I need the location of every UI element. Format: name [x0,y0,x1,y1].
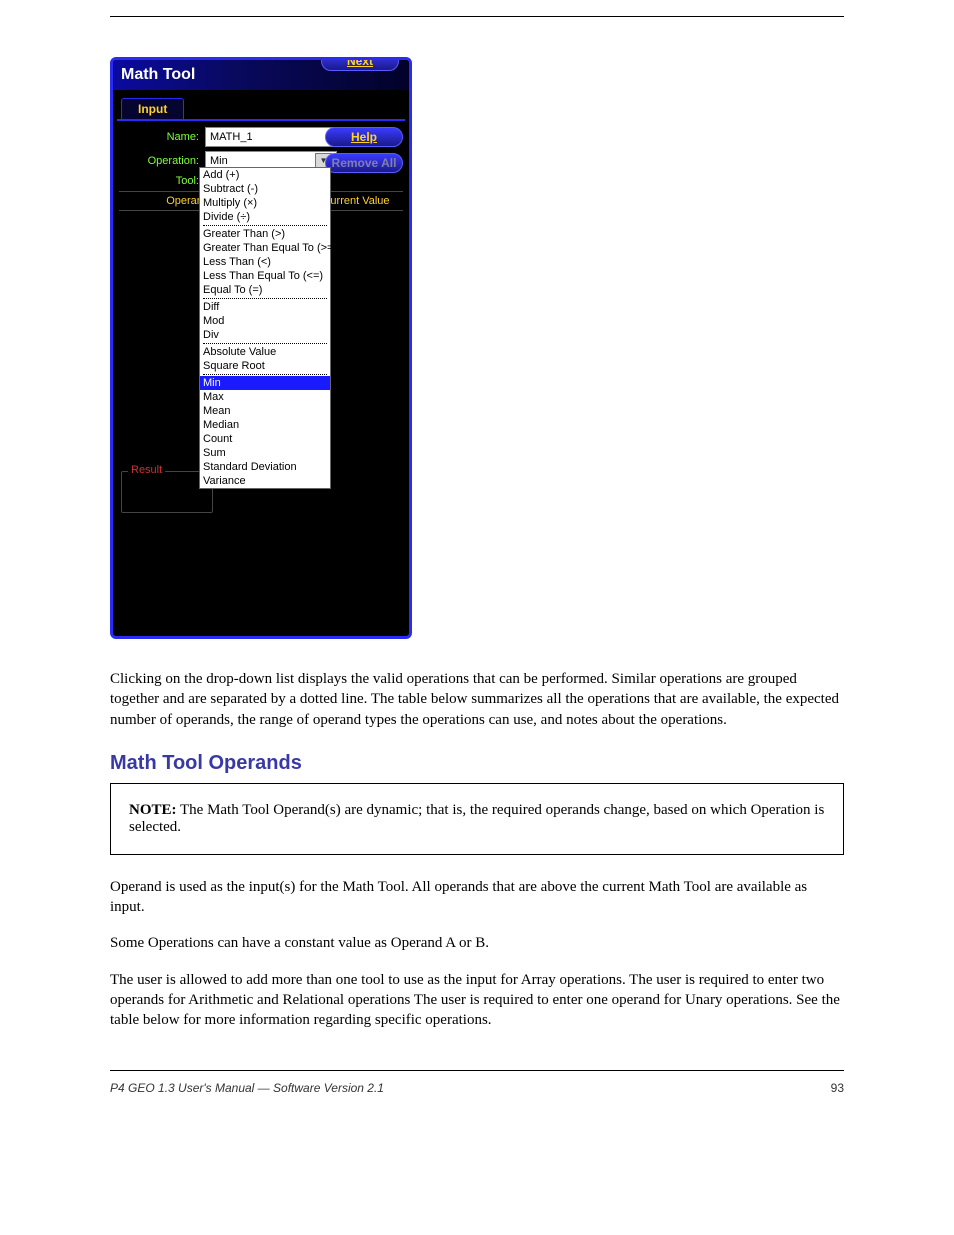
name-input[interactable]: MATH_1 [205,127,337,147]
operation-option[interactable]: Less Than Equal To (<=) [200,269,330,283]
option-separator [203,225,327,226]
operation-option[interactable]: Variance [200,474,330,488]
operation-option[interactable]: Mod [200,314,330,328]
heading-operands: Math Tool Operands [110,752,844,775]
operation-option[interactable]: Sum [200,446,330,460]
operation-option[interactable]: Diff [200,300,330,314]
help-button[interactable]: Help [325,127,403,147]
math-tool-window: Math Tool Input Help Remove All Name: MA… [110,57,412,639]
operation-option[interactable]: Multiply (×) [200,196,330,210]
operation-option[interactable]: Median [200,418,330,432]
paragraph-array: The user is allowed to add more than one… [110,970,844,1031]
note-body: The Math Tool Operand(s) are dynamic; th… [129,802,824,835]
operation-option[interactable]: Subtract (-) [200,182,330,196]
label-name: Name: [119,131,205,143]
operation-option[interactable]: Min [200,376,330,390]
operation-option[interactable]: Greater Than (>) [200,227,330,241]
next-button[interactable]: Next [321,57,399,71]
operation-option[interactable]: Greater Than Equal To (>=) [200,241,330,255]
note-label: NOTE: [129,802,177,818]
operation-option[interactable]: Divide (÷) [200,210,330,224]
operation-option[interactable]: Square Root [200,359,330,373]
body-text: Clicking on the drop-down list displays … [110,669,844,1030]
operation-option[interactable]: Max [200,390,330,404]
operation-dropdown-list[interactable]: Add (+)Subtract (-)Multiply (×)Divide (÷… [199,167,331,489]
option-separator [203,343,327,344]
footer-manual: P4 GEO 1.3 User's Manual — Software Vers… [110,1081,384,1095]
label-operation: Operation: [119,155,205,167]
operation-option[interactable]: Equal To (=) [200,283,330,297]
paragraph-intro: Clicking on the drop-down list displays … [110,669,844,730]
operation-option[interactable]: Standard Deviation [200,460,330,474]
tab-input[interactable]: Input [121,98,184,119]
name-input-value: MATH_1 [210,128,253,146]
top-rule [110,16,844,17]
operation-option[interactable]: Less Than (<) [200,255,330,269]
operation-option[interactable]: Absolute Value [200,345,330,359]
operation-option[interactable]: Count [200,432,330,446]
footer-page: 93 [831,1081,844,1095]
option-separator [203,298,327,299]
paragraph-operand: Operand is used as the input(s) for the … [110,877,844,918]
operation-option[interactable]: Add (+) [200,168,330,182]
operation-option[interactable]: Div [200,328,330,342]
note-box: NOTE: The Math Tool Operand(s) are dynam… [110,783,844,855]
label-tool: Tool: [119,175,205,187]
result-legend: Result [128,464,165,476]
paragraph-constant: Some Operations can have a constant valu… [110,933,844,953]
remove-all-button[interactable]: Remove All [325,153,403,173]
tab-row: Input [113,90,409,119]
operation-option[interactable]: Mean [200,404,330,418]
option-separator [203,374,327,375]
bottom-rule [110,1070,844,1071]
